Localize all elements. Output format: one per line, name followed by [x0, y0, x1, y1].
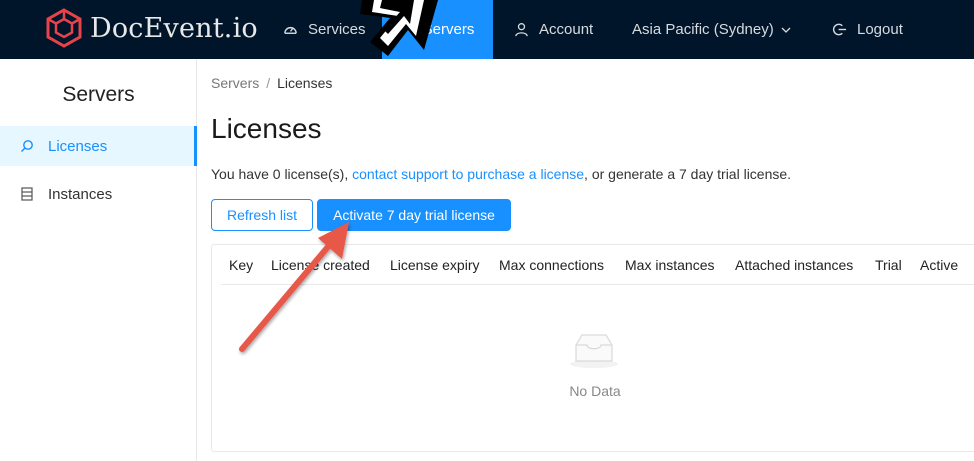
annotation-arrow-icon: [239, 222, 349, 352]
contact-support-link[interactable]: contact support to purchase a license: [352, 166, 584, 182]
breadcrumb-current: Licenses: [277, 75, 333, 91]
empty-inbox-icon: [570, 334, 618, 368]
brand[interactable]: DocEvent.io: [46, 6, 258, 50]
license-intro-text: You have 0 license(s), contact support t…: [211, 166, 791, 182]
sidebar-item-instances[interactable]: Instances: [0, 174, 197, 214]
top-navigation-bar: DocEvent.io Services Servers Account Asi…: [0, 0, 974, 59]
nav-account-label: Account: [539, 21, 594, 38]
breadcrumb-separator: /: [266, 75, 271, 91]
region-label: Asia Pacific (Sydney): [632, 21, 774, 38]
cube-logo-icon: [46, 8, 82, 48]
sidebar-item-licenses[interactable]: Licenses: [0, 126, 197, 166]
nav-account[interactable]: Account: [514, 0, 593, 59]
nav-logout-label: Logout: [857, 21, 903, 38]
column-header-active[interactable]: Active: [920, 257, 958, 273]
logout-icon: [832, 23, 847, 36]
nav-logout[interactable]: Logout: [832, 0, 903, 59]
user-icon: [515, 23, 528, 37]
mouse-cursor-icon: [360, 0, 438, 56]
dashboard-icon: [284, 27, 297, 34]
region-selector[interactable]: Asia Pacific (Sydney): [632, 0, 791, 59]
search-icon: [20, 140, 33, 153]
sidebar: Servers Licenses Instances: [0, 59, 197, 461]
column-header-max-connections[interactable]: Max connections: [499, 257, 604, 273]
column-header-license-expiry[interactable]: License expiry: [390, 257, 480, 273]
intro-before: You have 0 license(s),: [211, 166, 353, 182]
brand-name: DocEvent.io: [90, 12, 258, 44]
breadcrumb-parent[interactable]: Servers: [211, 75, 259, 91]
sidebar-item-label: Licenses: [48, 137, 108, 155]
column-header-max-instances[interactable]: Max instances: [625, 257, 714, 273]
page-title: Licenses: [211, 113, 322, 144]
chevron-down-icon: [781, 27, 791, 33]
column-header-trial[interactable]: Trial: [875, 257, 902, 273]
column-header-attached-instances[interactable]: Attached instances: [735, 257, 853, 273]
server-icon: [21, 187, 33, 201]
sidebar-item-label: Instances: [48, 185, 113, 203]
sidebar-title: Servers: [62, 83, 135, 106]
empty-state-text: No Data: [569, 383, 621, 399]
breadcrumb: Servers / Licenses: [211, 75, 332, 91]
intro-after: , or generate a 7 day trial license.: [584, 166, 792, 182]
